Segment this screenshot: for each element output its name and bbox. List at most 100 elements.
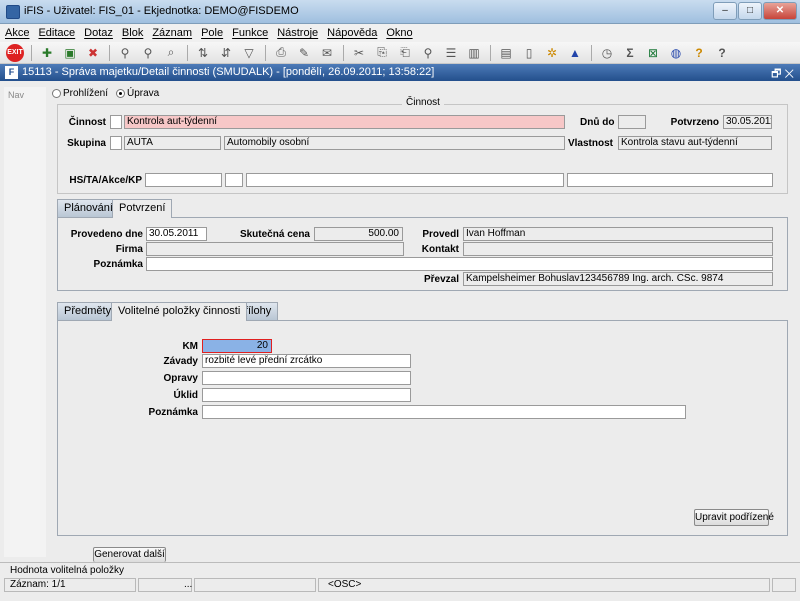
menu-editace[interactable]: Editace: [33, 24, 79, 39]
km-field[interactable]: 20: [202, 339, 272, 353]
globe-icon[interactable]: ◍: [667, 45, 685, 61]
triangle-icon[interactable]: ▲: [566, 45, 584, 61]
radio-prohlizeni[interactable]: [52, 89, 61, 98]
menu-blok[interactable]: Blok: [117, 24, 147, 39]
skupina-code-field[interactable]: AUTA: [124, 136, 221, 150]
find-all-icon[interactable]: ⚲: [139, 45, 157, 61]
sort-desc-icon[interactable]: ⇵: [217, 45, 235, 61]
radio-uprava[interactable]: [116, 89, 125, 98]
potvrzeno-field[interactable]: 30.05.2011: [723, 115, 772, 129]
ta-field[interactable]: [225, 173, 243, 187]
nav-label[interactable]: Nav: [8, 90, 24, 100]
label-poznamka-potvrzeni: Poznámka: [93, 259, 143, 270]
upravit-podrizene-button[interactable]: Upravit podřízené: [694, 509, 774, 526]
menu-dotaz[interactable]: Dotaz: [79, 24, 117, 39]
status-ellipsis: ...: [184, 579, 193, 590]
status-osc: <OSC>: [328, 579, 362, 590]
label-vlastnost: Vlastnost: [567, 138, 613, 149]
uklid-field[interactable]: [202, 388, 411, 402]
cinnost-section-title: Činnost: [402, 97, 444, 108]
menu-pole[interactable]: Pole: [196, 24, 227, 39]
find-icon[interactable]: ⚲: [116, 45, 134, 61]
sum-icon[interactable]: Σ: [621, 45, 639, 61]
clock-icon[interactable]: ◷: [598, 45, 616, 61]
list-icon[interactable]: ☰: [442, 45, 460, 61]
menu-okno[interactable]: Okno: [381, 24, 416, 39]
poznamka-volitelne-field[interactable]: [202, 405, 686, 419]
toolbar-separator: [265, 44, 266, 61]
label-cinnost: Činnost: [68, 117, 106, 128]
tab-potvrzeni[interactable]: Potvrzení: [112, 199, 173, 218]
toolbar-separator: [187, 44, 188, 61]
tab-predmety[interactable]: Předměty: [57, 302, 119, 320]
poznamka-potvrzeni-field[interactable]: [146, 257, 773, 271]
maximize-button[interactable]: □: [738, 2, 762, 20]
status-cell-osc: [318, 578, 770, 592]
skupina-name-field: Automobily osobní: [224, 136, 565, 150]
generovat-dalsi-button[interactable]: Generovat další: [93, 547, 166, 562]
sort-asc-icon[interactable]: ⇅: [194, 45, 212, 61]
toolbar: EXIT ✚ ▣ ✖ ⚲ ⚲ ⌕ ⇅ ⇵ ▽ ⎙ ✎ ✉ ✂ ⎘ ⎗ ⚲ ☰ ▥…: [0, 42, 800, 64]
cinnost-field[interactable]: Kontrola aut-týdenní: [124, 115, 565, 129]
page-icon[interactable]: ▯: [520, 45, 538, 61]
label-firma: Firma: [115, 244, 143, 255]
search-icon[interactable]: ⚲: [419, 45, 437, 61]
settings-icon[interactable]: ✲: [543, 45, 561, 61]
skupina-checkbox[interactable]: [110, 136, 122, 150]
menu-napoveda[interactable]: Nápověda: [322, 24, 381, 39]
zavady-field[interactable]: rozbité levé přední zrcátko: [202, 354, 411, 368]
cinnost-checkbox[interactable]: [110, 115, 122, 129]
document-icon[interactable]: ▤: [497, 45, 515, 61]
minimize-button[interactable]: –: [713, 2, 737, 20]
tab-volitelne-polozky[interactable]: Volitelné položky činnosti: [111, 302, 248, 321]
provedeno-dne-field[interactable]: 30.05.2011: [146, 227, 207, 241]
query-icon[interactable]: ⌕: [162, 45, 180, 61]
menu-zaznam[interactable]: Záznam: [147, 24, 196, 39]
menu-funkce[interactable]: Funkce: [227, 24, 272, 39]
paste-icon[interactable]: ⎗: [396, 45, 414, 61]
label-uklid: Úklid: [173, 390, 198, 401]
edit-icon[interactable]: ✎: [295, 45, 313, 61]
cut-icon[interactable]: ✂: [350, 45, 368, 61]
hs-field[interactable]: [145, 173, 222, 187]
menu-akce[interactable]: Akce: [0, 24, 33, 39]
kp-field[interactable]: [567, 173, 773, 187]
provedl-field[interactable]: Ivan Hoffman: [463, 227, 773, 241]
kontakt-field[interactable]: [463, 242, 773, 256]
opravy-field[interactable]: [202, 371, 411, 385]
menu-nastroje[interactable]: Nástroje: [272, 24, 322, 39]
copy-icon[interactable]: ⎘: [373, 45, 391, 61]
dnu-do-field[interactable]: [618, 115, 646, 129]
print-icon[interactable]: ⎙: [272, 45, 290, 61]
firma-field[interactable]: [146, 242, 404, 256]
delete-record-icon[interactable]: ✖: [84, 45, 102, 61]
skutecna-cena-field[interactable]: 500.00: [314, 227, 403, 241]
new-record-icon[interactable]: ✚: [38, 45, 56, 61]
filter-icon[interactable]: ▽: [240, 45, 258, 61]
tab-planovani[interactable]: Plánování: [57, 199, 120, 217]
label-prevzal: Převzal: [423, 274, 459, 285]
mail-icon[interactable]: ✉: [318, 45, 336, 61]
prevzal-field[interactable]: Kampelsheimer Bohuslav123456789 Ing. arc…: [463, 272, 773, 286]
title-bar: iFIS - Uživatel: FIS_01 - Ekjednotka: DE…: [0, 0, 800, 24]
radio-prohlizeni-label: Prohlížení: [63, 88, 109, 99]
status-bar: Hodnota volitelná položky Záznam: 1/1 ..…: [0, 562, 800, 601]
label-kontakt: Kontakt: [421, 244, 459, 255]
toolbar-separator: [109, 44, 110, 61]
document-bar: F 15113 - Správa majetku/Detail činnosti…: [0, 64, 800, 81]
context-help-icon[interactable]: ?: [713, 45, 731, 61]
label-skupina: Skupina: [67, 138, 106, 149]
columns-icon[interactable]: ▥: [465, 45, 483, 61]
close-button[interactable]: ✕: [763, 2, 797, 20]
label-opravy: Opravy: [163, 373, 198, 384]
vlastnost-field[interactable]: Kontrola stavu aut-týdenní: [618, 136, 772, 150]
excel-icon[interactable]: ⊠: [644, 45, 662, 61]
status-hint: Hodnota volitelná položky: [10, 565, 124, 576]
label-provedl: Provedl: [422, 229, 459, 240]
status-cell-end: [772, 578, 796, 592]
save-icon[interactable]: ▣: [61, 45, 79, 61]
label-dnu-do: Dnů do: [580, 117, 615, 128]
akce-field[interactable]: [246, 173, 564, 187]
exit-icon[interactable]: EXIT: [6, 43, 24, 62]
help-icon[interactable]: ?: [690, 45, 708, 61]
